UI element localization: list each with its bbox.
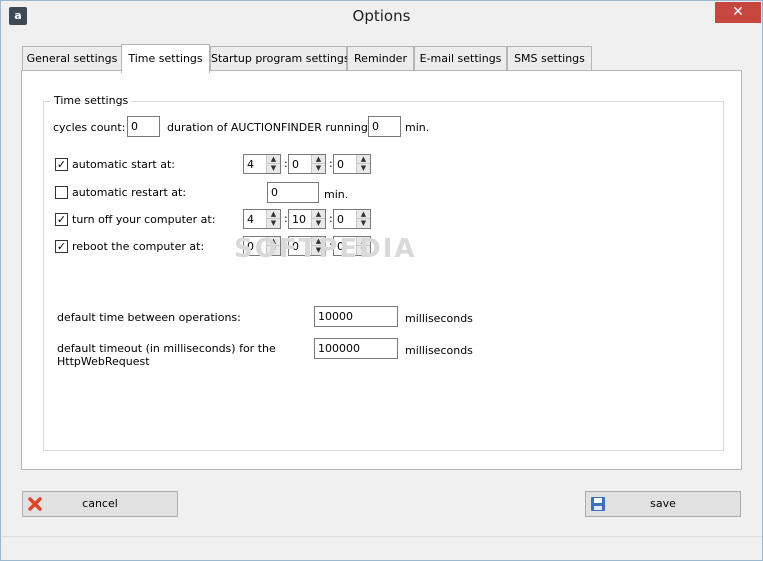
turn-off-label: turn off your computer at: bbox=[72, 213, 216, 226]
spin-up-icon[interactable]: ▲ bbox=[267, 210, 280, 219]
spin-up-icon[interactable]: ▲ bbox=[312, 155, 325, 164]
spinner-value: 10 bbox=[292, 213, 306, 226]
check-icon: ✓ bbox=[56, 240, 67, 253]
spin-up-icon[interactable]: ▲ bbox=[357, 237, 370, 246]
spin-down-icon[interactable]: ▼ bbox=[357, 219, 370, 228]
check-icon: ✓ bbox=[56, 213, 67, 226]
turn-off-checkbox[interactable]: ✓ bbox=[55, 213, 68, 226]
automatic-restart-input[interactable] bbox=[267, 182, 319, 203]
turn-off-second-spinner[interactable]: 0 ▲ ▼ bbox=[333, 209, 371, 229]
status-separator bbox=[1, 536, 762, 537]
automatic-restart-checkbox[interactable] bbox=[55, 186, 68, 199]
window-title: Options bbox=[352, 7, 411, 25]
turn-off-hour-spinner[interactable]: 4 ▲ ▼ bbox=[243, 209, 281, 229]
reboot-checkbox[interactable]: ✓ bbox=[55, 240, 68, 253]
cycles-count-input[interactable] bbox=[127, 116, 160, 137]
spinner-value: 4 bbox=[247, 213, 254, 226]
automatic-start-hour-spinner[interactable]: 4 ▲ ▼ bbox=[243, 154, 281, 174]
time-settings-group: Time settings cycles count: duration of … bbox=[43, 94, 724, 451]
spin-down-icon[interactable]: ▼ bbox=[267, 164, 280, 173]
tab-startup-program-settings[interactable]: Startup program settings bbox=[210, 46, 350, 71]
save-button[interactable]: save bbox=[585, 491, 741, 517]
spin-down-icon[interactable]: ▼ bbox=[267, 219, 280, 228]
group-title: Time settings bbox=[51, 94, 132, 107]
spinner-value: 4 bbox=[247, 158, 254, 171]
automatic-restart-label: automatic restart at: bbox=[72, 186, 187, 199]
cancel-button[interactable]: cancel bbox=[22, 491, 178, 517]
time-settings-panel: Time settings cycles count: duration of … bbox=[21, 70, 742, 470]
spinner-value: 0 bbox=[292, 240, 299, 253]
options-window: a Options ✕ General settings Time settin… bbox=[0, 0, 763, 561]
default-timeout-input[interactable] bbox=[314, 338, 398, 359]
tab-email-settings[interactable]: E-mail settings bbox=[414, 46, 507, 71]
cancel-x-icon bbox=[28, 497, 42, 511]
spin-down-icon[interactable]: ▼ bbox=[312, 246, 325, 255]
spin-down-icon[interactable]: ▼ bbox=[312, 219, 325, 228]
reboot-minute-spinner[interactable]: 0 ▲ ▼ bbox=[288, 236, 326, 256]
automatic-start-second-spinner[interactable]: 0 ▲ ▼ bbox=[333, 154, 371, 174]
default-timeout-unit: milliseconds bbox=[405, 344, 473, 357]
automatic-start-checkbox[interactable]: ✓ bbox=[55, 158, 68, 171]
spin-up-icon[interactable]: ▲ bbox=[357, 155, 370, 164]
spin-up-icon[interactable]: ▲ bbox=[312, 210, 325, 219]
spinner-value: 0 bbox=[292, 158, 299, 171]
automatic-start-minute-spinner[interactable]: 0 ▲ ▼ bbox=[288, 154, 326, 174]
default-time-unit: milliseconds bbox=[405, 312, 473, 325]
duration-label: duration of AUCTIONFINDER running: bbox=[167, 121, 372, 134]
save-button-label: save bbox=[650, 497, 676, 510]
spin-down-icon[interactable]: ▼ bbox=[312, 164, 325, 173]
reboot-label: reboot the computer at: bbox=[72, 240, 205, 253]
spinner-value: 0 bbox=[337, 158, 344, 171]
cancel-button-label: cancel bbox=[82, 497, 118, 510]
spin-down-icon[interactable]: ▼ bbox=[267, 246, 280, 255]
default-time-input[interactable] bbox=[314, 306, 398, 327]
title-bar: a Options ✕ bbox=[1, 1, 762, 32]
spin-down-icon[interactable]: ▼ bbox=[357, 246, 370, 255]
check-icon: ✓ bbox=[56, 158, 67, 171]
floppy-disk-icon bbox=[591, 497, 605, 511]
cycles-count-label: cycles count: bbox=[53, 121, 126, 134]
default-timeout-label-line1: default timeout (in milliseconds) for th… bbox=[57, 342, 276, 355]
spin-up-icon[interactable]: ▲ bbox=[267, 155, 280, 164]
duration-input[interactable] bbox=[368, 116, 401, 137]
turn-off-minute-spinner[interactable]: 10 ▲ ▼ bbox=[288, 209, 326, 229]
tab-reminder[interactable]: Reminder bbox=[347, 46, 414, 71]
reboot-hour-spinner[interactable]: 0 ▲ ▼ bbox=[243, 236, 281, 256]
spin-up-icon[interactable]: ▲ bbox=[312, 237, 325, 246]
spin-down-icon[interactable]: ▼ bbox=[357, 164, 370, 173]
spin-up-icon[interactable]: ▲ bbox=[267, 237, 280, 246]
reboot-second-spinner[interactable]: 0 ▲ ▼ bbox=[333, 236, 371, 256]
spinner-value: 0 bbox=[337, 240, 344, 253]
default-time-label: default time between operations: bbox=[57, 311, 241, 324]
duration-unit: min. bbox=[405, 121, 430, 134]
tab-time-settings[interactable]: Time settings bbox=[121, 44, 210, 73]
spinner-value: 0 bbox=[337, 213, 344, 226]
close-icon: ✕ bbox=[732, 4, 744, 20]
tab-general-settings[interactable]: General settings bbox=[22, 46, 122, 71]
tab-sms-settings[interactable]: SMS settings bbox=[507, 46, 592, 71]
spinner-value: 0 bbox=[247, 240, 254, 253]
automatic-start-label: automatic start at: bbox=[72, 158, 176, 171]
default-timeout-label-line2: HttpWebRequest bbox=[57, 355, 150, 368]
automatic-restart-unit: min. bbox=[324, 188, 349, 201]
close-button[interactable]: ✕ bbox=[715, 2, 761, 23]
spin-up-icon[interactable]: ▲ bbox=[357, 210, 370, 219]
